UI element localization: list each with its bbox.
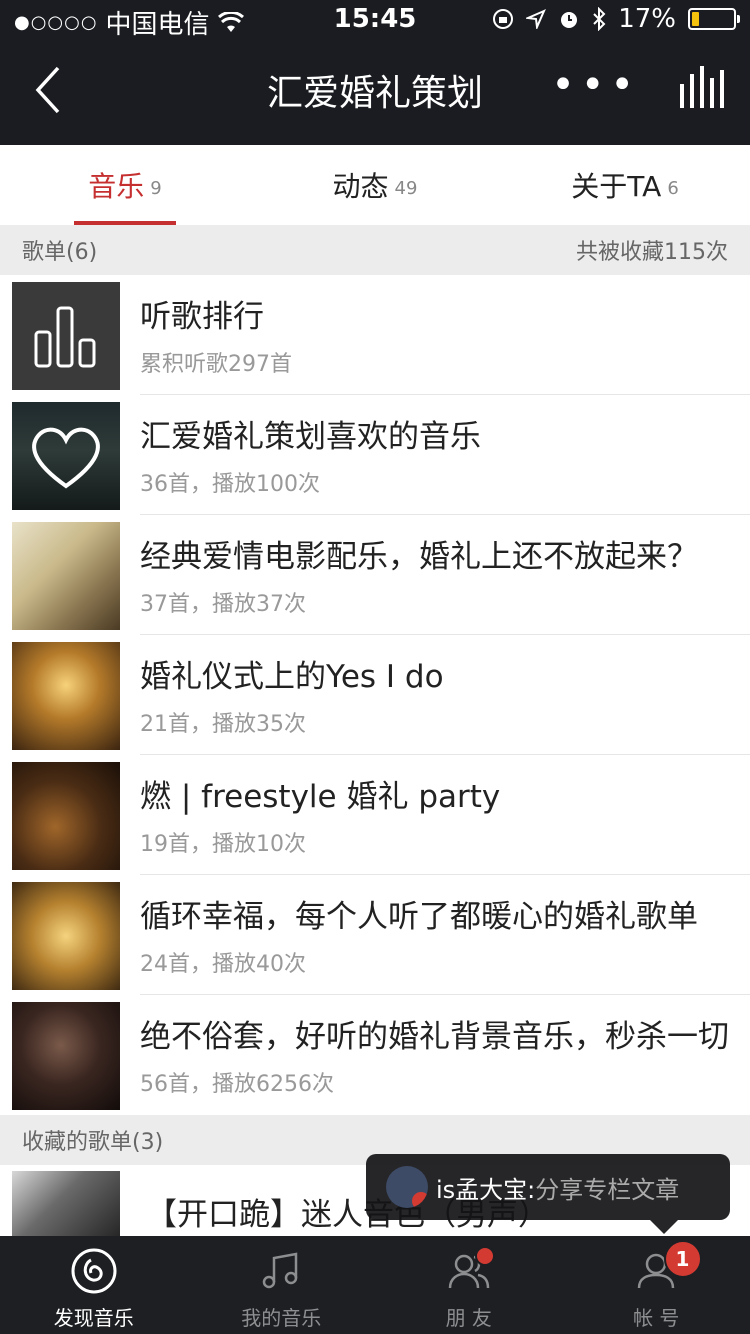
playlist-name: 绝不俗套，好听的婚礼背景音乐，秒杀一切	[140, 1019, 729, 1055]
battery-percent: 17%	[618, 4, 676, 34]
section-title: 歌单(6)	[22, 240, 98, 265]
playlist-name: 汇爱婚礼策划喜欢的音乐	[140, 419, 481, 455]
playlist-cover	[12, 402, 120, 510]
playlist-name: 循环幸福，每个人听了都暖心的婚礼歌单	[140, 899, 698, 935]
tabbar-account[interactable]: 1 帐 号	[563, 1236, 750, 1334]
tabbar-my-music[interactable]: 我的音乐	[188, 1236, 376, 1334]
playlist-row[interactable]: 婚礼仪式上的Yes I do 21首，播放35次	[0, 635, 750, 755]
profile-tabs: 音乐 9 动态 49 关于TA 6	[0, 145, 750, 226]
playlists-section-header: 歌单(6) 共被收藏115次	[0, 225, 750, 275]
playlist-cover	[12, 762, 120, 870]
tabbar-label: 朋 友	[445, 1306, 492, 1330]
playlist-meta: 56首，播放6256次	[140, 1072, 334, 1097]
playlist-name: 燃 | freestyle 婚礼 party	[140, 779, 501, 815]
tab-label: 关于TA	[571, 170, 662, 203]
status-bar: ●○○○○ 中国电信 15:45 17%	[0, 0, 750, 40]
playlist-meta: 21首，播放35次	[140, 712, 306, 737]
playlist-meta: 36首，播放100次	[140, 472, 320, 497]
music-note-icon	[263, 1252, 298, 1289]
location-icon	[526, 9, 547, 29]
tabbar-label: 我的音乐	[241, 1306, 322, 1330]
tabbar-discover[interactable]: 发现音乐	[0, 1236, 188, 1334]
more-icon[interactable]: •••	[551, 62, 640, 108]
tab-music[interactable]: 音乐 9	[0, 145, 250, 225]
tab-about[interactable]: 关于TA 6	[500, 145, 750, 225]
toast-message: 分享专栏文章	[535, 1175, 680, 1204]
playlist-row[interactable]: 燃 | freestyle 婚礼 party 19首，播放10次	[0, 755, 750, 875]
rotation-lock-icon	[493, 9, 514, 29]
playlist-cover	[12, 1002, 120, 1110]
tabbar-label: 发现音乐	[53, 1306, 134, 1330]
playlist-meta: 24首，播放40次	[140, 952, 306, 977]
tabbar-label: 帐 号	[633, 1306, 680, 1330]
navigation-bar: 汇爱婚礼策划 •••	[0, 40, 750, 145]
playlist-meta: 37首，播放37次	[140, 592, 306, 617]
tab-count: 6	[667, 177, 679, 199]
playlist-name: 听歌排行	[140, 299, 264, 335]
tab-activity[interactable]: 动态 49	[250, 145, 500, 225]
playlist-cover	[12, 522, 120, 630]
playlist-row[interactable]: 绝不俗套，好听的婚礼背景音乐，秒杀一切 56首，播放6256次	[0, 995, 750, 1115]
playlist-list: 听歌排行 累积听歌297首 汇爱婚礼策划喜欢的音乐 36首，播放100次 经典爱…	[0, 275, 750, 1115]
tab-count: 9	[150, 177, 162, 199]
bottom-tab-bar: 发现音乐 我的音乐 朋 友 1 帐 号	[0, 1236, 750, 1334]
section-title: 收藏的歌单(3)	[22, 1130, 164, 1155]
heart-icon	[32, 427, 100, 489]
tab-label: 动态	[332, 170, 389, 203]
notification-dot	[475, 1246, 495, 1266]
now-playing-icon[interactable]	[680, 66, 724, 108]
ranking-icon	[34, 306, 96, 368]
playlist-row[interactable]: 经典爱情电影配乐，婚礼上还不放起来？ 37首，播放37次	[0, 515, 750, 635]
toast-user: is孟大宝:	[436, 1175, 536, 1204]
alarm-icon	[561, 12, 578, 28]
playlist-meta: 19首，播放10次	[140, 832, 306, 857]
playlist-name: 婚礼仪式上的Yes I do	[140, 659, 444, 695]
playlist-cover	[12, 642, 120, 750]
playlist-row[interactable]: 循环幸福，每个人听了都暖心的婚礼歌单 24首，播放40次	[0, 875, 750, 995]
playlist-row[interactable]: 听歌排行 累积听歌297首	[0, 275, 750, 395]
playlist-name: 经典爱情电影配乐，婚礼上还不放起来？	[140, 539, 698, 575]
playlist-row[interactable]: 汇爱婚礼策划喜欢的音乐 36首，播放100次	[0, 395, 750, 515]
playlist-cover	[12, 282, 120, 390]
notification-badge: 1	[663, 1240, 702, 1278]
playlist-cover	[12, 882, 120, 990]
section-summary: 共被收藏115次	[576, 240, 728, 265]
netease-music-icon	[71, 1248, 117, 1294]
battery-icon	[688, 8, 740, 30]
playlist-meta: 累积听歌297首	[140, 352, 292, 377]
tabbar-friends[interactable]: 朋 友	[375, 1236, 563, 1334]
avatar	[386, 1166, 428, 1208]
tab-count: 49	[394, 177, 418, 199]
share-notification-toast[interactable]: is孟大宝: 分享专栏文章	[366, 1154, 730, 1234]
music-badge-icon	[412, 1192, 428, 1208]
bluetooth-icon	[593, 7, 606, 31]
tab-label: 音乐	[88, 170, 145, 203]
